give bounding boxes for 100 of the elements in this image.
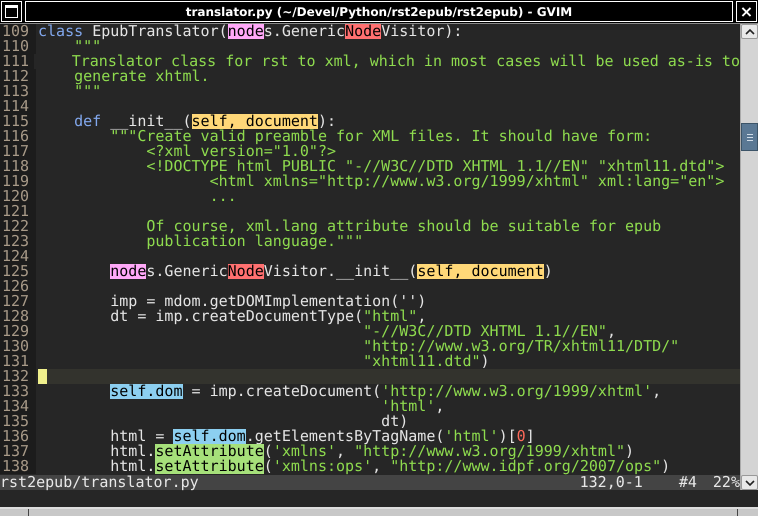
code-text: s.Generic <box>146 264 228 279</box>
code-text: , <box>372 459 382 474</box>
highlighted-match: setAttribute <box>155 444 264 459</box>
line-number: 128 <box>0 309 36 324</box>
code-text: Visitor.__init__( <box>264 264 418 279</box>
code-text: ) <box>661 459 670 474</box>
line-number: 137 <box>0 444 36 459</box>
text-cursor <box>38 369 47 384</box>
line-number: 135 <box>0 414 36 429</box>
code-text: dt) <box>381 414 408 429</box>
code-string: 'xmlns:ops' <box>272 459 372 474</box>
code-string: generate xhtml. <box>74 69 210 84</box>
code-string: ... <box>210 189 237 204</box>
code-string: 'html' <box>381 399 436 414</box>
code-text: ): <box>318 114 336 129</box>
code-string: "http://www.w3.org/1999/xhtml" <box>354 444 626 459</box>
code-string: """ <box>74 84 102 99</box>
line-number: 129 <box>0 324 36 339</box>
code-string: """Create valid preamble for XML files. It should have form: <box>110 129 652 144</box>
code-text: html = <box>110 429 164 444</box>
code-text: imp = mdom.getDOMImplementation('') <box>110 294 426 309</box>
line-number: 114 <box>0 99 36 114</box>
highlighted-match: Node <box>345 24 382 39</box>
code-string: Translator class for rst to xml, which in most cases will be used as-is to <box>72 54 740 69</box>
code-text: ) <box>544 264 553 279</box>
code-text: EpubTranslator( <box>92 24 228 39</box>
line-number: 111 <box>0 54 34 69</box>
code-string: <?xml version="1.0"?> <box>146 144 336 159</box>
highlighted-match: self, document <box>192 114 318 129</box>
code-text: .getElementsByTagName( <box>246 429 444 444</box>
line-number: 132 <box>0 369 36 384</box>
code-string: "http://www.w3.org/TR/xhtml11/DTD/" <box>363 339 680 354</box>
highlighted-match: node <box>110 264 146 279</box>
line-number: 115 <box>0 114 36 129</box>
code-text: html. <box>110 459 156 474</box>
code-string: 'xmlns' <box>272 444 336 459</box>
highlighted-match: node <box>228 24 264 39</box>
code-string: """ <box>74 39 102 54</box>
line-number: 133 <box>0 384 36 399</box>
code-text: __init__( <box>110 114 192 129</box>
code-string: "xhtml11.dtd" <box>363 354 481 369</box>
code-text: , <box>435 399 444 414</box>
line-number: 130 <box>0 339 36 354</box>
scroll-percent: 22% <box>712 475 740 490</box>
line-number: 120 <box>0 189 36 204</box>
line-number: 116 <box>0 129 36 144</box>
highlighted-match: setAttribute <box>155 459 264 474</box>
line-number: 118 <box>0 159 36 174</box>
code-string: publication language.""" <box>146 234 364 249</box>
line-number: 112 <box>0 69 36 84</box>
code-text: , <box>652 384 662 399</box>
window-title: translator.py (~/Devel/Python/rst2epub/rst2epub) - GVIM <box>25 1 733 22</box>
grip-icon <box>746 132 754 142</box>
code-string: 'http://www.w3.org/1999/xhtml' <box>381 384 652 399</box>
line-number: 136 <box>0 429 36 444</box>
code-string: <html xmlns="http://www.w3.org/1999/xhtml" xml:lang="en"> <box>210 174 724 189</box>
line-number: 124 <box>0 249 36 264</box>
code-keyword: def <box>74 114 102 129</box>
line-number: 110 <box>0 39 36 54</box>
code-text: Visitor): <box>381 24 462 39</box>
scroll-thumb[interactable] <box>741 123 758 151</box>
code-text: ) <box>480 354 490 369</box>
line-number: 119 <box>0 174 36 189</box>
line-number: 126 <box>0 279 36 294</box>
chevron-down-icon <box>744 478 756 486</box>
vertical-scrollbar[interactable] <box>740 24 758 490</box>
highlighted-match: self.dom <box>173 429 246 444</box>
line-number: 113 <box>0 84 36 99</box>
code-text: , <box>417 309 426 324</box>
line-number: 109 <box>0 24 36 39</box>
code-text: ( <box>264 444 273 459</box>
line-number: 127 <box>0 294 36 309</box>
highlighted-match: self, document <box>417 264 544 279</box>
code-text: = imp.createDocument( <box>192 384 382 399</box>
line-number: 125 <box>0 264 36 279</box>
window-menu-icon[interactable] <box>1 1 22 22</box>
code-number: 0 <box>516 429 526 444</box>
code-string: "html" <box>363 309 418 324</box>
code-text: ] <box>526 429 535 444</box>
code-string: <!DOCTYPE html PUBLIC "-//W3C//DTD XHTML 1.1//EN" "xhtml11.dtd"> <box>146 159 724 174</box>
line-number: 131 <box>0 354 36 369</box>
code-text: ( <box>264 459 273 474</box>
file-path: rst2epub/translator.py <box>0 475 200 490</box>
code-string: "http://www.idpf.org/2007/ops" <box>390 459 662 474</box>
line-number: 121 <box>0 204 36 219</box>
code-text: , <box>606 324 616 339</box>
cursor-position: 132,0-1 <box>580 475 643 490</box>
highlighted-match: Node <box>228 264 264 279</box>
scroll-down-button[interactable] <box>741 475 758 490</box>
code-text: , <box>336 444 346 459</box>
code-keyword: class <box>38 24 84 39</box>
code-text: ) <box>625 444 634 459</box>
scroll-up-button[interactable] <box>741 24 758 39</box>
code-text: dt = imp.createDocumentType( <box>110 309 364 324</box>
code-text: )[ <box>498 429 517 444</box>
close-button[interactable]: × <box>736 1 757 22</box>
line-number: 117 <box>0 144 36 159</box>
line-number: 134 <box>0 399 36 414</box>
code-string: "-//W3C//DTD XHTML 1.1//EN" <box>363 324 607 339</box>
code-text: s.Generic <box>264 24 346 39</box>
